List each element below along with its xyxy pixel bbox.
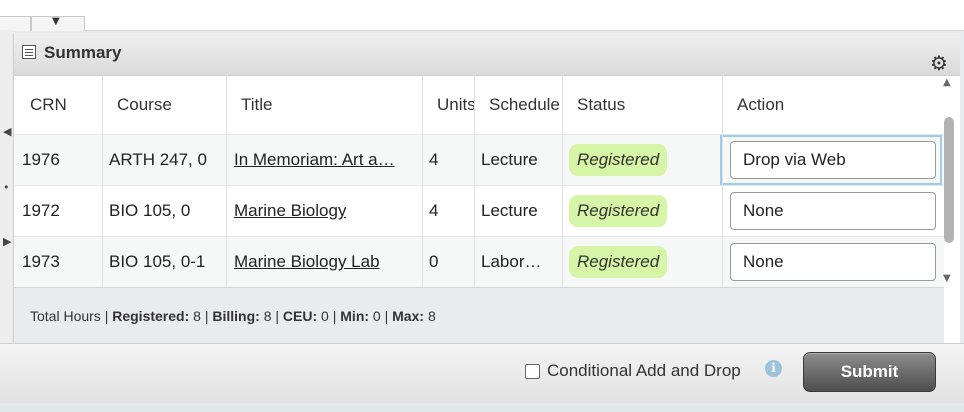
action-select[interactable]: None: [730, 243, 936, 281]
panel-title: Summary: [44, 43, 122, 62]
vertical-scrollbar[interactable]: ▲ ▼: [941, 77, 957, 289]
action-select[interactable]: Drop via Web: [730, 141, 936, 179]
left-rail: ◀ • ▶: [0, 30, 12, 350]
action-select[interactable]: None: [730, 192, 936, 230]
column-divider: [562, 75, 563, 287]
min-value: 0: [372, 307, 381, 324]
cell-units: 4: [429, 201, 439, 220]
status-badge: Registered: [569, 144, 668, 176]
ceu-label: CEU:: [282, 307, 318, 324]
cell-status: Registered: [569, 135, 719, 185]
registered-value: 8: [193, 307, 201, 324]
column-divider: [226, 75, 227, 287]
cell-action: None: [730, 237, 944, 287]
collapse-left-icon[interactable]: ◀: [3, 126, 11, 137]
col-header-units[interactable]: Units: [437, 75, 475, 135]
col-header-title[interactable]: Title: [241, 75, 421, 135]
totals-bar: Total Hours | Registered: 8 | Billing: 8…: [14, 287, 944, 343]
summary-grid: CRN Course Title Units Schedule Status A…: [14, 75, 944, 287]
col-header-crn[interactable]: CRN: [30, 75, 100, 135]
column-divider: [102, 75, 103, 287]
cell-crn: 1972: [22, 201, 60, 220]
dropdown-triangle-icon: ▼: [52, 16, 60, 27]
col-header-status[interactable]: Status: [577, 75, 717, 135]
course-title-link[interactable]: In Memoriam: Art a…: [234, 150, 395, 170]
conditional-add-drop-label[interactable]: Conditional Add and Drop: [547, 361, 741, 381]
cell-title: Marine Biology: [234, 186, 414, 236]
cell-crn: 1976: [22, 150, 60, 169]
min-label: Min:: [340, 307, 370, 324]
submit-button[interactable]: Submit: [803, 352, 936, 392]
scrollbar-thumb[interactable]: [944, 117, 954, 243]
bullet-icon: •: [3, 181, 10, 194]
course-title-link[interactable]: Marine Biology: [234, 201, 346, 221]
conditional-add-drop-checkbox[interactable]: [525, 364, 540, 379]
cell-crn: 1973: [22, 252, 60, 271]
expand-right-icon[interactable]: ▶: [3, 236, 11, 247]
table-row[interactable]: 1973 BIO 105, 0-1 Marine Biology Lab 0 L…: [14, 236, 944, 287]
column-divider: [722, 75, 723, 287]
totals-prefix: Total Hours |: [30, 307, 109, 324]
col-header-course[interactable]: Course: [117, 75, 227, 135]
cell-course: BIO 105, 0-1: [109, 252, 206, 271]
cell-units: 0: [429, 252, 439, 271]
cell-title: In Memoriam: Art a…: [234, 135, 414, 185]
cell-units: 4: [429, 150, 439, 169]
summary-panel-header: Summary: [14, 33, 960, 76]
top-tab-left[interactable]: [0, 16, 31, 31]
registered-label: Registered:: [112, 307, 190, 324]
top-strip: ▼: [0, 0, 964, 31]
cell-status: Registered: [569, 186, 719, 236]
cell-schedule: Lecture: [481, 150, 538, 169]
status-badge: Registered: [569, 195, 668, 227]
scroll-up-icon[interactable]: ▲: [943, 77, 951, 88]
cell-schedule: Lecture: [481, 201, 538, 220]
status-badge: Registered: [569, 246, 668, 278]
billing-label: Billing:: [212, 307, 260, 324]
column-divider: [422, 75, 423, 287]
cell-course: ARTH 247, 0: [109, 150, 207, 169]
cell-status: Registered: [569, 237, 719, 287]
bottom-band: [0, 403, 964, 412]
cell-course: BIO 105, 0: [109, 201, 191, 220]
col-header-schedule[interactable]: Schedule: [489, 75, 563, 135]
table-row[interactable]: 1976 ARTH 247, 0 In Memoriam: Art a… 4 L…: [14, 134, 944, 185]
table-row[interactable]: 1972 BIO 105, 0 Marine Biology 4 Lecture…: [14, 185, 944, 236]
ceu-value: 0: [321, 307, 329, 324]
cell-action: Drop via Web: [720, 135, 944, 185]
footer-bar: Conditional Add and Drop i Submit: [0, 343, 964, 404]
cell-action: None: [730, 186, 944, 236]
column-divider: [474, 75, 475, 287]
course-title-link[interactable]: Marine Biology Lab: [234, 252, 380, 272]
max-value: 8: [427, 307, 436, 324]
summary-panel: Summary CRN Course Title Units Schedule …: [13, 33, 960, 343]
table-icon: [22, 45, 36, 59]
billing-value: 8: [263, 307, 272, 324]
max-label: Max:: [392, 307, 425, 324]
info-icon[interactable]: i: [765, 360, 782, 377]
gear-icon[interactable]: ⚙: [930, 51, 948, 75]
cell-title: Marine Biology Lab: [234, 237, 414, 287]
col-header-action[interactable]: Action: [737, 75, 877, 135]
scroll-down-icon[interactable]: ▼: [943, 273, 951, 284]
cell-schedule: Labor…: [481, 252, 542, 271]
top-tab-dropdown[interactable]: ▼: [31, 16, 85, 31]
